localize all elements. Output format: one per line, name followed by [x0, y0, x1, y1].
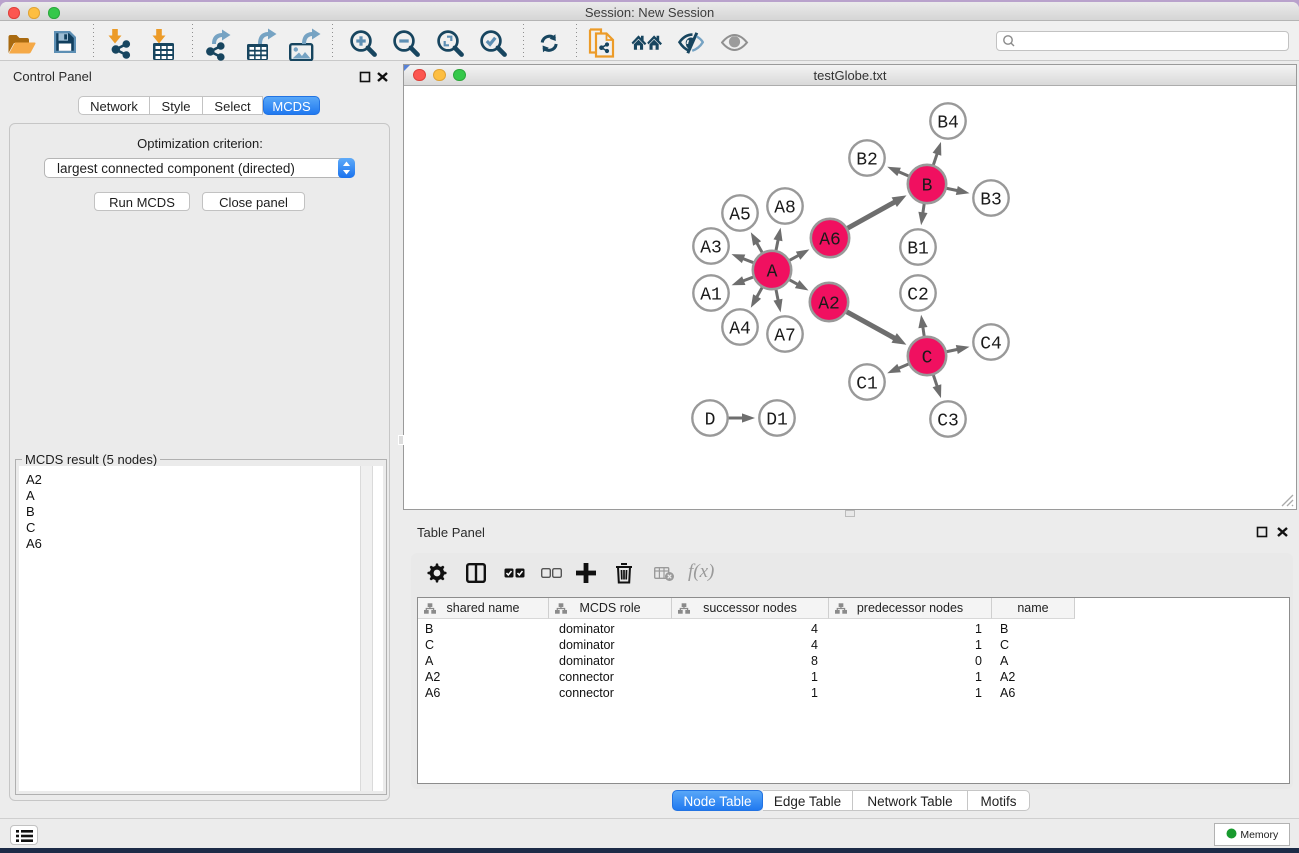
svg-text:B4: B4 [937, 114, 959, 134]
svg-text:A2: A2 [818, 295, 840, 315]
svg-text:A8: A8 [774, 199, 796, 219]
svg-text:f(x): f(x) [688, 561, 714, 582]
svg-text:D1: D1 [766, 411, 788, 431]
svg-text:B1: B1 [907, 240, 929, 260]
svg-text:A4: A4 [729, 320, 751, 340]
svg-text:C1: C1 [856, 375, 878, 395]
svg-text:A7: A7 [774, 327, 796, 347]
svg-text:C4: C4 [980, 335, 1002, 355]
svg-text:A5: A5 [729, 206, 751, 226]
svg-text:A1: A1 [700, 286, 722, 306]
svg-text:B3: B3 [980, 191, 1002, 211]
svg-text:A6: A6 [819, 231, 841, 251]
svg-text:C: C [922, 349, 933, 369]
svg-text:B: B [922, 177, 933, 197]
svg-text:C3: C3 [937, 412, 959, 432]
svg-text:D: D [705, 411, 716, 431]
svg-text:B2: B2 [856, 151, 878, 171]
svg-text:A3: A3 [700, 239, 722, 259]
svg-text:A: A [767, 263, 778, 283]
svg-text:C2: C2 [907, 286, 929, 306]
